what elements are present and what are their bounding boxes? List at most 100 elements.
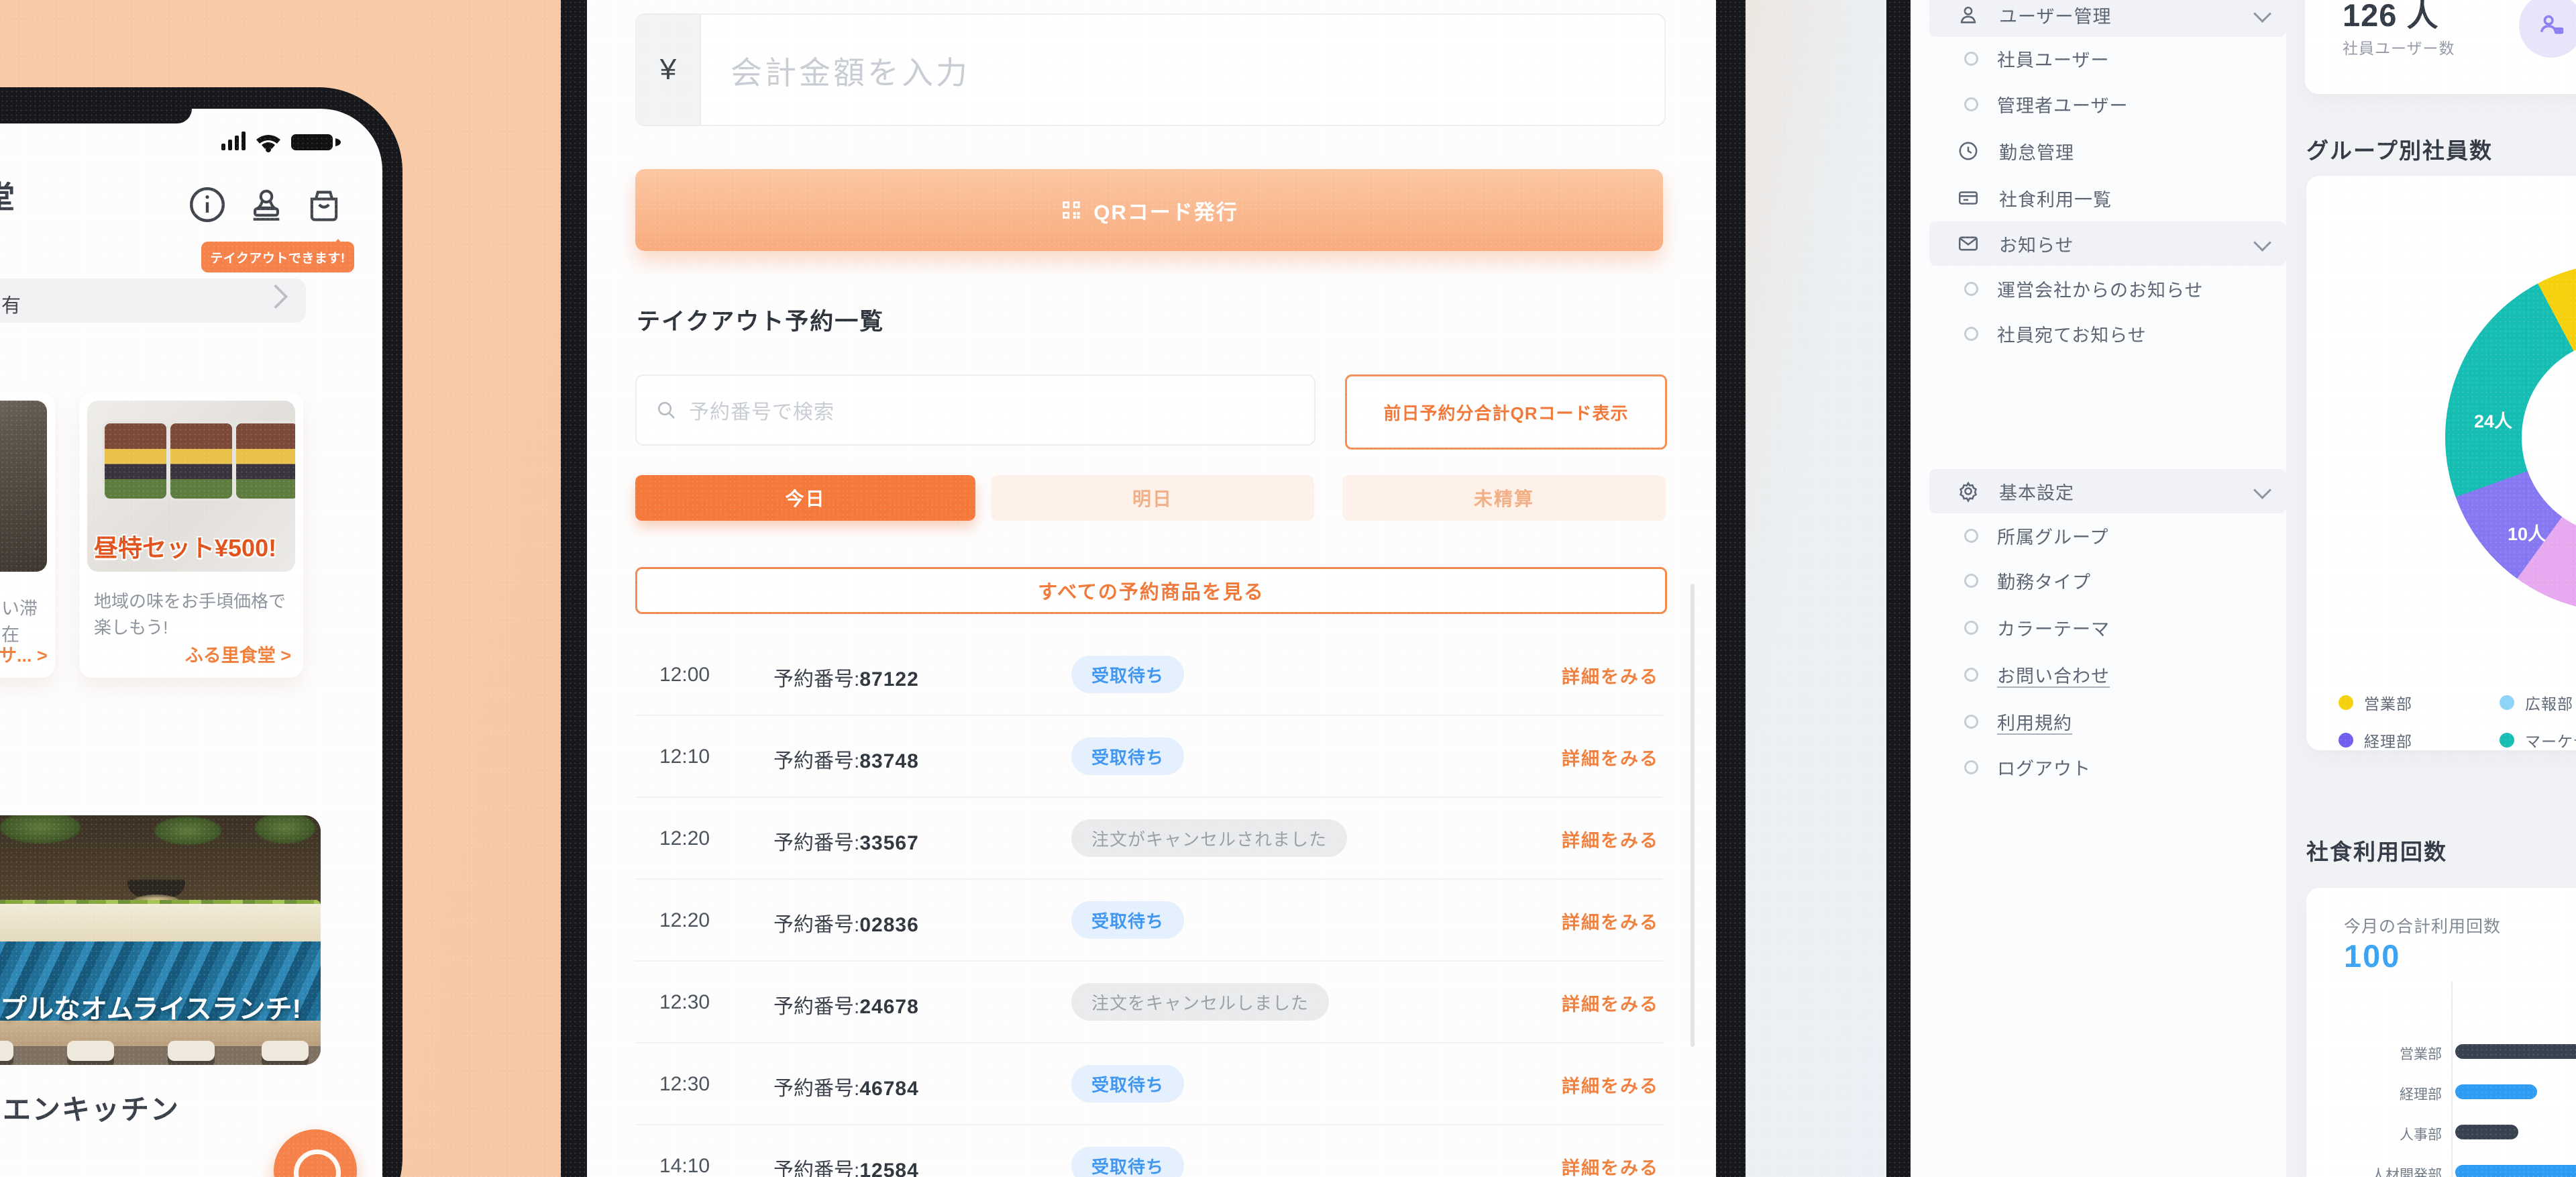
- phone-notch: [0, 109, 192, 123]
- legend-dot-lightblue: [2500, 695, 2514, 710]
- sidebar-item-logout[interactable]: ログアウト: [1929, 745, 2286, 789]
- chevron-right-icon: [264, 285, 288, 309]
- stamp-icon[interactable]: [247, 184, 286, 225]
- promo-card-shop-link[interactable]: ふる里食堂 >: [185, 641, 291, 667]
- shop-name: エンキッチン: [3, 1087, 180, 1128]
- amount-placeholder: 会計金額を入力: [701, 15, 970, 125]
- reservation-row[interactable]: 12:20 予約番号:02836 受取待ち 詳細をみる: [635, 880, 1663, 962]
- reservation-time: 12:30: [659, 1073, 710, 1096]
- status-badge: 注文をキャンセルしました: [1071, 983, 1329, 1021]
- reservation-time: 12:20: [659, 909, 710, 932]
- info-icon[interactable]: [186, 184, 228, 225]
- detail-link[interactable]: 詳細をみる: [1562, 826, 1659, 852]
- search-icon: [655, 399, 677, 421]
- sidebar-item-attendance[interactable]: 勤怠管理: [1929, 129, 2286, 173]
- promo-card-text-partial: い滞在: [1, 594, 55, 646]
- detail-link[interactable]: 詳細をみる: [1562, 990, 1659, 1016]
- detail-link[interactable]: 詳細をみる: [1562, 662, 1659, 688]
- promo-card-hotel[interactable]: い滞在 サ... >: [0, 393, 55, 678]
- employee-count-card: 126 人 社員ユーザー数: [2305, 0, 2576, 94]
- sidebar-item-basic-settings[interactable]: 基本設定: [1929, 469, 2286, 513]
- admin-screen: ユーザー管理 社員ユーザー 管理者ユーザー 勤怠管理: [1911, 0, 2576, 1177]
- gear-icon: [1956, 479, 1980, 503]
- employee-count-label: 社員ユーザー数: [2343, 36, 2455, 58]
- bullet-icon: [1964, 327, 1978, 341]
- bento-box: [233, 421, 295, 501]
- status-bar-icons: [221, 129, 345, 156]
- sidebar-item-admin-users[interactable]: 管理者ユーザー: [1929, 82, 2286, 126]
- reservation-row[interactable]: 14:10 予約番号:12584 受取待ち 詳細をみる: [635, 1125, 1663, 1177]
- takeout-tooltip: テイクアウトできます!: [201, 242, 354, 272]
- reservation-row[interactable]: 12:20 予約番号:33567 注文がキャンセルされました 詳細をみる: [635, 798, 1663, 880]
- hotel-photo: [0, 401, 47, 572]
- reservation-time: 12:10: [659, 746, 710, 768]
- reservation-time: 14:10: [659, 1155, 710, 1177]
- reservation-number: 予約番号:33567: [773, 826, 919, 856]
- view-all-products-button[interactable]: すべての予約商品を見る: [635, 567, 1667, 614]
- reservation-number: 予約番号:83748: [773, 744, 919, 774]
- reservation-row[interactable]: 12:00 予約番号:87122 受取待ち 詳細をみる: [635, 634, 1663, 716]
- tablet-screen: ¥ 会計金額を入力 QRコード発行 テイクアウト予約一覧 予約番号で検索 前日予…: [587, 0, 1716, 1177]
- currency-prefix: ¥: [637, 15, 701, 125]
- amount-input[interactable]: ¥ 会計金額を入力: [635, 13, 1666, 126]
- cafeteria-photo-card[interactable]: プルなオムライスランチ!: [0, 815, 321, 1065]
- usage-chart-card: 今月の合計利用回数 100 営業部 経理部 人事部 人材開発部: [2306, 888, 2576, 1177]
- detail-link[interactable]: 詳細をみる: [1562, 1072, 1659, 1098]
- detail-link[interactable]: 詳細をみる: [1562, 908, 1659, 934]
- reservation-number: 予約番号:87122: [773, 662, 919, 692]
- promo-card-shop-link[interactable]: サ... >: [0, 641, 48, 667]
- floating-action-button[interactable]: [274, 1129, 357, 1177]
- sidebar-item-contact[interactable]: お問い合わせ: [1929, 652, 2286, 697]
- bar-hrd: [2455, 1165, 2576, 1177]
- status-badge: 注文がキャンセルされました: [1071, 819, 1347, 857]
- sidebar-item-terms[interactable]: 利用規約: [1929, 699, 2286, 744]
- sidebar-item-employee-users[interactable]: 社員ユーザー: [1929, 36, 2286, 81]
- reservation-row[interactable]: 12:10 予約番号:83748 受取待ち 詳細をみる: [635, 716, 1663, 798]
- legend-item-accounting: 経理部: [2339, 729, 2412, 750]
- sidebar-item-company-news[interactable]: 運営会社からのお知らせ: [1929, 266, 2286, 311]
- bullet-icon: [1964, 668, 1978, 682]
- wifi-icon: [256, 135, 280, 152]
- scrollbar[interactable]: [1690, 584, 1695, 1047]
- legend-item-sales: 営業部: [2339, 691, 2412, 714]
- tab-unsettled[interactable]: 未精算: [1342, 475, 1666, 521]
- sidebar-item-color-theme[interactable]: カラーテーマ: [1929, 605, 2286, 650]
- shop-heading-partial: 堂: [0, 173, 15, 217]
- qr-issue-label: QRコード発行: [1093, 195, 1238, 225]
- reservation-row[interactable]: 12:30 予約番号:24678 注文をキャンセルしました 詳細をみる: [635, 962, 1663, 1043]
- takeout-bag-icon[interactable]: [305, 184, 343, 225]
- status-badge: 受取待ち: [1071, 1147, 1184, 1177]
- qr-issue-button[interactable]: QRコード発行: [635, 169, 1663, 251]
- sidebar-item-employee-news[interactable]: 社員宛てお知らせ: [1929, 311, 2286, 356]
- donut-slice-label-teal: 24人: [2474, 407, 2512, 433]
- reservation-time: 12:30: [659, 991, 710, 1014]
- donut-slice-label-purple: 10人: [2508, 519, 2546, 546]
- reservation-search-input[interactable]: 予約番号で検索: [635, 374, 1316, 446]
- reservation-row[interactable]: 12:30 予約番号:46784 受取待ち 詳細をみる: [635, 1043, 1663, 1125]
- sidebar-item-work-type[interactable]: 勤務タイプ: [1929, 558, 2286, 603]
- detail-link[interactable]: 詳細をみる: [1562, 1154, 1659, 1177]
- reservation-number: 予約番号:46784: [773, 1072, 919, 1101]
- takeout-list-heading: テイクアウト予約一覧: [637, 303, 884, 337]
- bar-chart-axis: [2451, 982, 2453, 1177]
- sidebar-item-groups[interactable]: 所属グループ: [1929, 513, 2286, 558]
- legend-item-pr: 広報部: [2500, 691, 2573, 714]
- qr-code-icon: [1060, 199, 1083, 221]
- mail-icon: [1956, 232, 1980, 256]
- detail-link[interactable]: 詳細をみる: [1562, 744, 1659, 770]
- sidebar-item-user-management[interactable]: ユーザー管理: [1929, 0, 2286, 37]
- tab-tomorrow[interactable]: 明日: [991, 475, 1314, 521]
- prev-day-qr-button[interactable]: 前日予約分合計QRコード表示: [1345, 374, 1667, 450]
- legend-item-marketing: マーケティング部: [2500, 729, 2576, 750]
- reservation-time: 12:00: [659, 664, 710, 686]
- bar-accounting: [2455, 1084, 2537, 1099]
- sidebar-item-notifications[interactable]: お知らせ: [1929, 221, 2286, 266]
- employee-count-value: 126 人: [2343, 0, 2438, 36]
- sidebar-item-cafeteria-usage[interactable]: 社食利用一覧: [1929, 176, 2286, 220]
- bar-hr: [2455, 1125, 2518, 1139]
- bullet-icon: [1964, 621, 1978, 635]
- tab-today[interactable]: 今日: [635, 475, 975, 521]
- bar-label-sales: 営業部: [2320, 1043, 2442, 1064]
- coupon-row[interactable]: 有: [0, 278, 306, 323]
- promo-card-bento[interactable]: 昼特セット¥500! 地域の味をお手頃価格で楽しもう! ふる里食堂 >: [79, 393, 303, 678]
